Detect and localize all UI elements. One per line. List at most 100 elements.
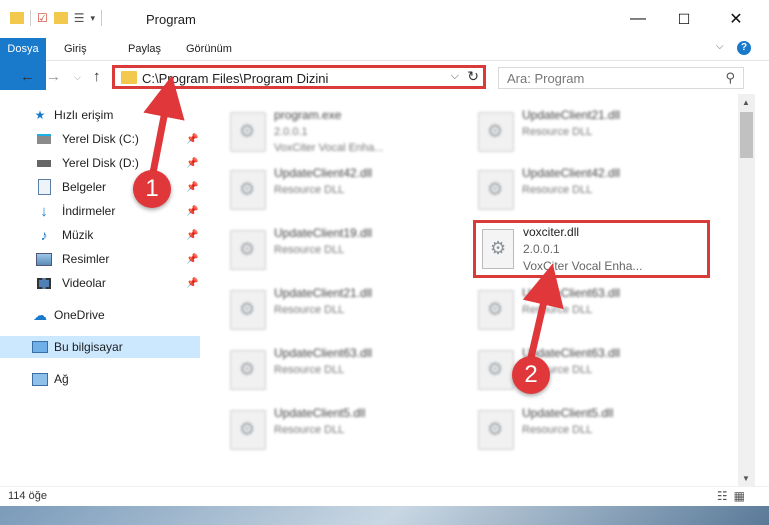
sidebar-item-videos[interactable]: Videolar 📌 — [0, 272, 200, 294]
chevron-down-icon[interactable]: ⌵ — [451, 70, 459, 83]
file-type: Resource DLL — [522, 304, 593, 316]
tab-giris[interactable]: Giriş — [52, 38, 99, 60]
new-folder-icon[interactable] — [53, 12, 68, 24]
sidebar-item-this-pc[interactable]: Bu bilgisayar — [0, 336, 200, 358]
sidebar-item-quick-access[interactable]: ★ Hızlı erişim — [0, 104, 200, 126]
file-item[interactable]: UpdateClient21.dll Resource DLL — [458, 104, 678, 156]
sidebar-item-downloads[interactable]: ↓ İndirmeler 📌 — [0, 200, 200, 222]
help-button[interactable]: ? — [737, 41, 751, 55]
documents-icon — [36, 179, 52, 195]
search-icon[interactable]: ⚲ — [725, 70, 735, 86]
pin-icon[interactable]: 📌 — [186, 278, 198, 289]
dll-file-icon — [230, 410, 266, 450]
vertical-scrollbar[interactable]: ▲ ▼ — [738, 94, 755, 486]
dll-file-icon — [230, 230, 266, 270]
sidebar-item-disk-c[interactable]: Yerel Disk (C:) 📌 — [0, 128, 200, 150]
file-name: UpdateClient5.dll — [274, 406, 366, 420]
address-path[interactable]: C:\Program Files\Program Dizini — [142, 71, 328, 86]
file-item[interactable]: UpdateClient5.dll Resource DLL — [458, 402, 678, 454]
file-name: program.exe — [274, 108, 342, 122]
explorer-window: ☑ ☰ ▾ Program — ☐ ✕ Dosya Giriş Paylaş G… — [0, 0, 769, 506]
file-name: UpdateClient63.dll — [522, 286, 621, 300]
pin-icon[interactable]: 📌 — [186, 206, 198, 217]
pin-icon[interactable]: 📌 — [186, 254, 198, 265]
sidebar-item-music[interactable]: ♪ Müzik 📌 — [0, 224, 200, 246]
recent-dropdown-icon[interactable]: ⌵ — [74, 72, 81, 83]
forward-arrow-icon[interactable]: → — [46, 68, 61, 85]
tab-paylas[interactable]: Paylaş — [116, 38, 173, 60]
file-item[interactable]: UpdateClient63.dll Resource DLL — [458, 282, 678, 334]
file-type: Resource DLL — [274, 184, 345, 196]
star-icon: ★ — [34, 108, 46, 122]
sidebar-item-network[interactable]: Ağ — [0, 368, 200, 390]
pin-icon[interactable]: 📌 — [186, 134, 198, 145]
file-description: VoxCiter Vocal Enha... — [523, 259, 643, 273]
search-placeholder[interactable]: Ara: Program — [507, 71, 584, 86]
refresh-icon[interactable]: ↻ — [467, 68, 479, 85]
sidebar-item-label: Yerel Disk (D:) — [62, 156, 139, 170]
file-name: voxciter.dll — [523, 225, 580, 239]
file-type: Resource DLL — [522, 424, 593, 436]
file-name: UpdateClient63.dll — [274, 346, 373, 360]
file-version: 2.0.0.1 — [523, 242, 560, 256]
address-bar[interactable]: C:\Program Files\Program Dizini ⌵ ↻ — [112, 65, 486, 89]
search-box[interactable]: Ara: Program ⚲ — [498, 67, 744, 89]
folder-icon[interactable] — [10, 12, 24, 24]
sidebar-item-pictures[interactable]: Resimler 📌 — [0, 248, 200, 270]
customize-dropdown-icon[interactable]: ▾ — [91, 13, 96, 24]
expand-ribbon-icon[interactable]: ⌵ — [716, 41, 724, 52]
back-arrow-icon[interactable]: ← — [20, 68, 35, 85]
scroll-up-icon[interactable]: ▲ — [742, 98, 750, 107]
exe-file-icon — [230, 112, 266, 152]
view-toggle-icons[interactable]: ☷▦ — [717, 489, 751, 503]
view-options-icon[interactable]: ☰ — [74, 11, 85, 25]
dll-file-icon — [482, 229, 514, 269]
sidebar-item-label: OneDrive — [54, 308, 105, 322]
scroll-down-icon[interactable]: ▼ — [742, 474, 750, 483]
close-button[interactable]: ✕ — [713, 0, 759, 38]
scrollbar-thumb[interactable] — [740, 112, 753, 158]
file-item[interactable]: UpdateClient63.dll Resource DLL — [458, 342, 678, 394]
pin-icon[interactable]: 📌 — [186, 230, 198, 241]
minimize-button[interactable]: — — [615, 0, 661, 38]
up-arrow-icon[interactable]: ↑ — [93, 68, 101, 85]
pin-icon[interactable]: 📌 — [186, 182, 198, 193]
file-name: UpdateClient5.dll — [522, 406, 614, 420]
sidebar-item-disk-d[interactable]: Yerel Disk (D:) 📌 — [0, 152, 200, 174]
file-type: Resource DLL — [274, 424, 345, 436]
sidebar-item-onedrive[interactable]: ☁ OneDrive — [0, 304, 200, 326]
file-type: Resource DLL — [274, 244, 345, 256]
sidebar-item-label: Bu bilgisayar — [54, 340, 123, 354]
file-item[interactable]: UpdateClient63.dll Resource DLL — [210, 342, 430, 394]
pictures-icon — [36, 252, 52, 266]
dll-file-icon — [478, 410, 514, 450]
file-item[interactable]: UpdateClient19.dll Resource DLL — [210, 222, 430, 274]
drive-icon — [36, 132, 52, 146]
network-icon — [32, 372, 48, 386]
file-version: 2.0.0.1 — [274, 126, 308, 138]
file-type: Resource DLL — [274, 364, 345, 376]
videos-icon — [36, 276, 52, 290]
file-type: Resource DLL — [522, 184, 593, 196]
sidebar-item-label: Hızlı erişim — [54, 108, 114, 122]
file-item[interactable]: UpdateClient42.dll Resource DLL — [210, 162, 430, 214]
file-item[interactable]: program.exe 2.0.0.1 VoxCiter Vocal Enha.… — [210, 104, 430, 156]
dll-file-icon — [230, 170, 266, 210]
tab-gorunum[interactable]: Görünüm — [174, 38, 244, 60]
navigation-pane: ★ Hızlı erişim Yerel Disk (C:) 📌 Yerel D… — [0, 98, 200, 480]
maximize-button[interactable]: ☐ — [661, 0, 707, 38]
pin-icon[interactable]: 📌 — [186, 158, 198, 169]
sidebar-item-label: Resimler — [62, 252, 110, 266]
file-item[interactable]: UpdateClient42.dll Resource DLL — [458, 162, 678, 214]
file-item[interactable]: UpdateClient21.dll Resource DLL — [210, 282, 430, 334]
file-item[interactable]: UpdateClient5.dll Resource DLL — [210, 402, 430, 454]
sidebar-item-label: Müzik — [62, 228, 94, 242]
sidebar-item-label: Yerel Disk (C:) — [62, 132, 139, 146]
drive-icon — [36, 156, 52, 170]
ribbon-tabs: Dosya Giriş Paylaş Görünüm ⌵ ? — [0, 38, 769, 90]
download-icon: ↓ — [40, 202, 48, 220]
highlighted-file-voxciter[interactable]: voxciter.dll 2.0.0.1 VoxCiter Vocal Enha… — [473, 220, 710, 278]
window-title: Program — [146, 12, 196, 27]
properties-icon[interactable]: ☑ — [37, 11, 48, 25]
sidebar-item-label: Videolar — [62, 276, 106, 290]
